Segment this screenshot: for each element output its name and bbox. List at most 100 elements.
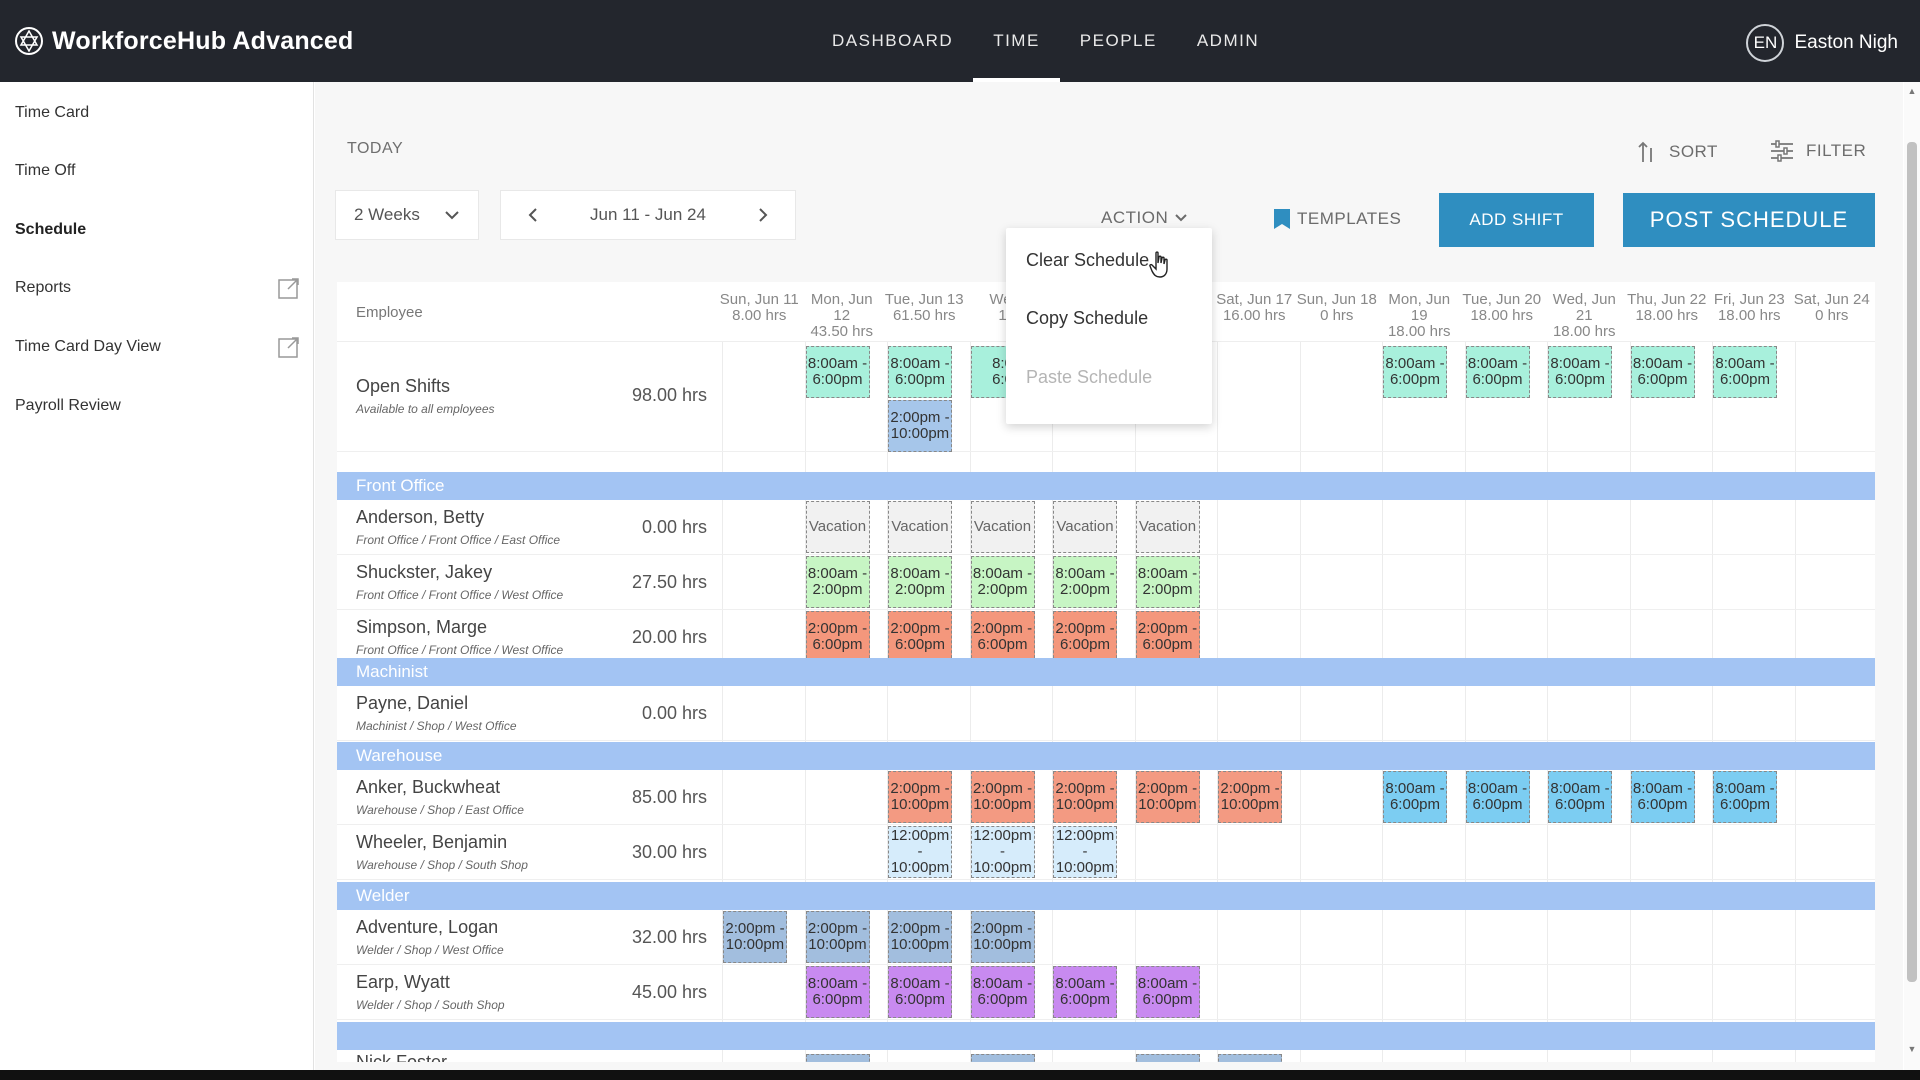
shift-block[interactable]: 8:00am -6:00pm [1383, 771, 1447, 823]
shift-block[interactable]: Vacation [888, 501, 952, 553]
today-button[interactable]: TODAY [347, 140, 403, 158]
shift-block[interactable]: 2:00pm -6:00pm [1135, 611, 1200, 663]
shift-block[interactable]: 2:00pm -10:00pm [1218, 771, 1282, 823]
shift-block[interactable]: 8:00am -6:00pm [970, 966, 1035, 1018]
filter-button[interactable]: FILTER [1770, 140, 1866, 162]
employee-name[interactable]: Shuckster, Jakey [356, 562, 492, 583]
day-column-header[interactable]: Sat, Jun 17 16.00 hrs [1209, 292, 1300, 324]
day-column-header[interactable]: Tue, Jun 20 18.00 hrs [1457, 292, 1548, 324]
shift-block[interactable]: 2:00pm -10:00pm [888, 771, 952, 823]
sidebar-item-time-card[interactable]: Time Card [15, 98, 300, 128]
scroll-thumb[interactable] [1907, 142, 1917, 982]
employee-name[interactable]: Anker, Buckwheat [356, 777, 500, 798]
shift-block[interactable]: 8:00am -6:00pm [1713, 771, 1777, 823]
employee-name[interactable]: Wheeler, Benjamin [356, 832, 507, 853]
brand[interactable]: WorkforceHub Advanced [14, 26, 353, 56]
nav-time[interactable]: TIME [973, 0, 1060, 82]
user-menu[interactable]: EN Easton Nigh [1746, 24, 1898, 62]
copy-schedule-menu-item[interactable]: Copy Schedule [1026, 308, 1148, 329]
day-column-header[interactable]: Thu, Jun 22 18.00 hrs [1622, 292, 1713, 324]
nav-dashboard[interactable]: DASHBOARD [812, 0, 973, 82]
shift-block[interactable]: 2:00pm -10:00pm [1053, 771, 1117, 823]
shift-block[interactable]: 2:00pm -10:00pm [970, 911, 1035, 963]
shift-block[interactable]: 8:00am -2:00pm [805, 556, 870, 608]
shift-block[interactable]: 12:00pm -10:00pm [970, 826, 1035, 878]
shift-block[interactable] [805, 1054, 870, 1062]
sidebar-item-time-card-day-view[interactable]: Time Card Day View [15, 332, 300, 362]
shift-block[interactable]: 8:00am -6:00pm [1548, 771, 1612, 823]
avatar[interactable]: EN [1746, 24, 1785, 62]
shift-block[interactable]: 8:00am -6:00pm [1053, 966, 1117, 1018]
day-column-header[interactable]: Sun, Jun 11 8.00 hrs [714, 292, 805, 324]
shift-block[interactable]: 8:00am -6:00pm [805, 346, 870, 398]
sidebar-item-reports[interactable]: Reports [15, 273, 300, 303]
sidebar-item-payroll-review[interactable]: Payroll Review [15, 391, 300, 421]
scroll-down-arrow[interactable]: ▼ [1907, 1044, 1917, 1054]
sidebar-item-time-off[interactable]: Time Off [15, 156, 300, 186]
scroll-up-arrow[interactable]: ▲ [1907, 86, 1917, 96]
action-button[interactable]: ACTION [1101, 208, 1188, 228]
external-link-icon[interactable] [278, 336, 300, 358]
shift-block[interactable]: Vacation [805, 501, 870, 553]
shift-block[interactable]: 2:00pm -6:00pm [970, 611, 1035, 663]
clear-schedule-menu-item[interactable]: Clear Schedule [1026, 250, 1149, 271]
sort-button[interactable]: SORT [1637, 140, 1718, 164]
employee-name[interactable]: Anderson, Betty [356, 507, 484, 528]
day-column-header[interactable]: Mon, Jun 12 43.50 hrs [797, 292, 888, 340]
shift-block[interactable]: 8:00am -6:00pm [1548, 346, 1612, 398]
shift-block[interactable]: 8:00am -6:00pm [1630, 771, 1695, 823]
shift-block[interactable]: 8:00am -6:00pm [1465, 771, 1530, 823]
day-column-header[interactable]: Sat, Jun 24 0 hrs [1787, 292, 1876, 324]
day-column-header[interactable]: Tue, Jun 13 61.50 hrs [879, 292, 970, 324]
shift-block[interactable]: 8:00am -6:00pm [805, 966, 870, 1018]
user-name[interactable]: Easton Nigh [1794, 32, 1898, 54]
employee-name[interactable]: Simpson, Marge [356, 617, 487, 638]
day-column-header[interactable]: Wed, Jun 21 18.00 hrs [1539, 292, 1630, 340]
nav-people[interactable]: PEOPLE [1060, 0, 1177, 82]
shift-block[interactable]: 2:00pm -10:00pm [723, 911, 787, 963]
employee-name[interactable]: Nick Foster [356, 1052, 447, 1062]
shift-block[interactable] [1218, 1054, 1282, 1062]
range-select[interactable]: 2 Weeks [335, 190, 479, 240]
shift-block[interactable]: 2:00pm -10:00pm [888, 911, 952, 963]
shift-block[interactable]: Vacation [970, 501, 1035, 553]
shift-block[interactable]: 8:00am -2:00pm [1053, 556, 1117, 608]
shift-block[interactable]: 8:00am -2:00pm [970, 556, 1035, 608]
post-schedule-button[interactable]: POST SCHEDULE [1623, 193, 1875, 247]
shift-block[interactable]: 12:00pm -10:00pm [888, 826, 952, 878]
shift-block[interactable]: 2:00pm -10:00pm [970, 771, 1035, 823]
shift-block[interactable]: 8:00am -6:00pm [1383, 346, 1447, 398]
shift-block[interactable]: 8:00am -6:00pm [1135, 966, 1200, 1018]
shift-block[interactable]: Vacation [1053, 501, 1117, 553]
shift-block[interactable]: 2:00pm -10:00pm [805, 911, 870, 963]
prev-period-button[interactable] [523, 205, 543, 225]
nav-admin[interactable]: ADMIN [1177, 0, 1279, 82]
day-column-header[interactable]: Fri, Jun 23 18.00 hrs [1704, 292, 1795, 324]
day-column-header[interactable]: Sun, Jun 18 0 hrs [1292, 292, 1383, 324]
shift-block[interactable]: 2:00pm -10:00pm [1135, 771, 1200, 823]
external-link-icon[interactable] [278, 277, 300, 299]
sidebar-item-schedule[interactable]: Schedule [15, 215, 300, 245]
shift-block[interactable]: 2:00pm -6:00pm [888, 611, 952, 663]
shift-block[interactable]: 8:00am -2:00pm [888, 556, 952, 608]
add-shift-button[interactable]: ADD SHIFT [1439, 193, 1594, 247]
shift-block[interactable]: 2:00pm -10:00pm [888, 400, 952, 452]
shift-block[interactable]: Vacation [1135, 501, 1200, 553]
shift-block[interactable]: 8:00am -6:00pm [1465, 346, 1530, 398]
employee-name[interactable]: Payne, Daniel [356, 693, 468, 714]
shift-block[interactable]: 8:00am -6:00pm [888, 346, 952, 398]
vertical-scrollbar[interactable]: ▲ ▼ [1904, 82, 1920, 1080]
shift-block[interactable]: 8:00am -6:00pm [888, 966, 952, 1018]
shift-block[interactable] [970, 1054, 1035, 1062]
shift-block[interactable] [1135, 1054, 1200, 1062]
shift-block[interactable]: 2:00pm -6:00pm [1053, 611, 1117, 663]
day-column-header[interactable]: Mon, Jun 19 18.00 hrs [1374, 292, 1465, 340]
shift-block[interactable]: 12:00pm -10:00pm [1053, 826, 1117, 878]
employee-name[interactable]: Open Shifts [356, 376, 450, 397]
employee-name[interactable]: Adventure, Logan [356, 917, 498, 938]
shift-block[interactable]: 8:00am -6:00pm [1630, 346, 1695, 398]
shift-block[interactable]: 2:00pm -6:00pm [805, 611, 870, 663]
shift-block[interactable]: 8:00am -6:00pm [1713, 346, 1777, 398]
next-period-button[interactable] [753, 205, 773, 225]
shift-block[interactable]: 8:00am -2:00pm [1135, 556, 1200, 608]
